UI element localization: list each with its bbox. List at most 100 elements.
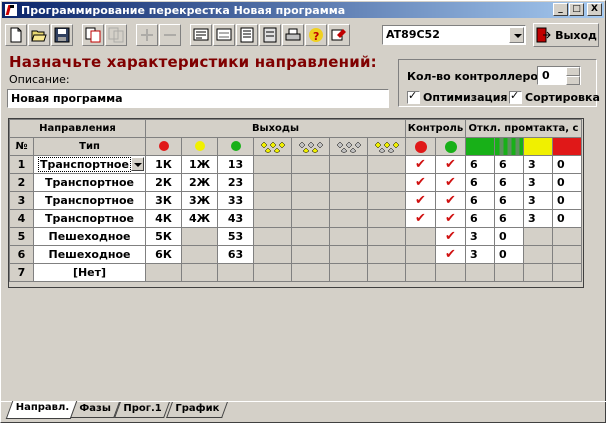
output-cell[interactable]: 4Ж [181,209,218,228]
control-cell[interactable]: ✔ [405,209,436,228]
spin-up-icon[interactable] [566,67,580,76]
extra-output-cell[interactable] [367,173,406,192]
control-cell[interactable] [405,227,436,246]
extra-output-cell[interactable] [329,263,368,282]
chevron-down-icon[interactable] [131,157,144,171]
offset-cell[interactable]: 3 [523,155,553,174]
control-cell[interactable] [405,245,436,264]
direction-type-cell[interactable]: Транспортное [33,191,146,210]
maximize-button[interactable]: □ [569,3,584,16]
output-cell[interactable]: 3К [145,191,182,210]
extra-output-cell[interactable] [291,209,330,228]
direction-type-cell[interactable]: Транспортное [33,173,146,192]
direction-type-cell[interactable]: [Нет] [33,263,146,282]
offset-cell[interactable] [494,263,524,282]
sorting-checkbox[interactable]: Сортировка [509,89,600,104]
control-cell[interactable]: ✔ [405,173,436,192]
save-button[interactable] [51,24,73,46]
offset-cell[interactable]: 3 [465,227,495,246]
extra-output-cell[interactable] [367,209,406,228]
extra-output-cell[interactable] [291,227,330,246]
extra-output-cell[interactable] [367,155,406,174]
extra-output-cell[interactable] [253,227,292,246]
output-cell[interactable]: 2Ж [181,173,218,192]
tab-directions[interactable]: Направл. [5,401,78,419]
tool1-button[interactable] [190,24,212,46]
output-cell[interactable]: 63 [217,245,254,264]
output-cell[interactable]: 53 [217,227,254,246]
output-cell[interactable]: 2К [145,173,182,192]
extra-output-cell[interactable] [253,245,292,264]
output-cell[interactable]: 1К [145,155,182,174]
new-button[interactable] [5,24,27,46]
offset-cell[interactable]: 3 [465,245,495,264]
controllers-count-spinner[interactable]: 0 [537,66,581,85]
offset-cell[interactable]: 6 [465,155,495,174]
exit-button[interactable]: Выход [533,23,599,47]
help-button[interactable]: ? [305,24,327,46]
extra-output-cell[interactable] [329,227,368,246]
tool3-button[interactable] [236,24,258,46]
extra-output-cell[interactable] [367,245,406,264]
print-button[interactable] [282,24,304,46]
offset-cell[interactable]: 0 [552,173,582,192]
offset-cell[interactable]: 0 [494,245,524,264]
output-cell[interactable] [181,227,218,246]
offset-cell[interactable] [552,227,582,246]
extra-output-cell[interactable] [253,173,292,192]
output-cell[interactable]: 6К [145,245,182,264]
extra-output-cell[interactable] [291,263,330,282]
extra-output-cell[interactable] [253,263,292,282]
output-cell[interactable]: 23 [217,173,254,192]
tab-schedule[interactable]: График [166,402,228,418]
control-cell[interactable]: ✔ [435,209,466,228]
output-cell[interactable] [217,263,254,282]
settings-button[interactable] [328,24,350,46]
offset-cell[interactable] [523,227,553,246]
control-cell[interactable] [435,263,466,282]
extra-output-cell[interactable] [291,155,330,174]
output-cell[interactable]: 5К [145,227,182,246]
spin-down-icon[interactable] [566,76,580,85]
add-button[interactable] [136,24,158,46]
tab-phases[interactable]: Фазы [70,402,120,418]
chevron-down-icon[interactable] [509,27,524,43]
close-button[interactable]: X [587,3,602,16]
offset-cell[interactable] [552,263,582,282]
offset-cell[interactable]: 6 [465,209,495,228]
extra-output-cell[interactable] [291,173,330,192]
remove-button[interactable] [159,24,181,46]
offset-cell[interactable]: 6 [494,191,524,210]
extra-output-cell[interactable] [367,263,406,282]
title-bar[interactable]: Программирование перекрестка Новая прогр… [2,2,604,18]
extra-output-cell[interactable] [367,227,406,246]
paste-button[interactable] [105,24,127,46]
offset-cell[interactable]: 3 [523,209,553,228]
offset-cell[interactable]: 6 [465,191,495,210]
extra-output-cell[interactable] [291,245,330,264]
extra-output-cell[interactable] [329,173,368,192]
offset-cell[interactable]: 6 [494,155,524,174]
controller-model-select[interactable]: AT89C52 [382,25,526,45]
offset-cell[interactable] [523,263,553,282]
optimization-checkbox[interactable]: Оптимизация [407,89,507,104]
output-cell[interactable] [145,263,182,282]
output-cell[interactable] [181,245,218,264]
direction-type-cell[interactable]: Пешеходное [33,245,146,264]
copy-button[interactable] [82,24,104,46]
offset-cell[interactable] [465,263,495,282]
direction-type-select[interactable]: Транспортное [33,155,146,174]
control-cell[interactable]: ✔ [435,191,466,210]
offset-cell[interactable]: 6 [494,209,524,228]
extra-output-cell[interactable] [253,209,292,228]
output-cell[interactable] [181,263,218,282]
tab-program1[interactable]: Прог.1 [114,402,171,418]
control-cell[interactable] [405,263,436,282]
offset-cell[interactable]: 0 [552,155,582,174]
tool2-button[interactable] [213,24,235,46]
output-cell[interactable]: 43 [217,209,254,228]
extra-output-cell[interactable] [253,191,292,210]
description-input[interactable]: Новая программа [7,89,389,108]
control-cell[interactable]: ✔ [405,155,436,174]
offset-cell[interactable]: 3 [523,191,553,210]
